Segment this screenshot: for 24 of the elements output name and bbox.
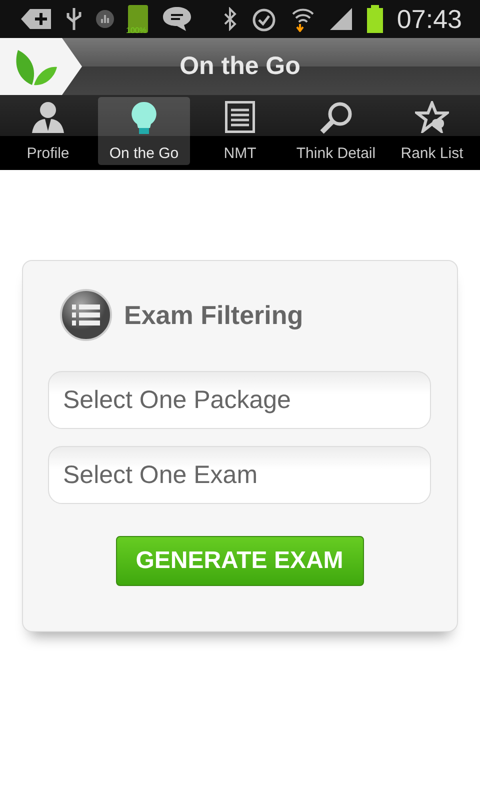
nav-tab[interactable]: Profile <box>2 97 94 165</box>
list-icon <box>60 289 112 341</box>
lightbulb-icon <box>131 101 157 135</box>
select-field[interactable]: Select One Exam <box>48 446 431 504</box>
select-field[interactable]: Select One Package <box>48 371 431 429</box>
nav-tab[interactable]: Rank List <box>386 97 478 165</box>
bluetooth-icon <box>222 7 237 31</box>
star-icon <box>415 101 449 133</box>
wifi-icon <box>290 6 315 32</box>
person-icon <box>31 101 65 133</box>
back-icon <box>20 8 52 30</box>
signal-icon <box>328 7 353 31</box>
battery-icon <box>366 5 383 33</box>
clock-time: 07:43 <box>396 4 462 34</box>
card-title: Exam Filtering <box>124 300 304 330</box>
nav-tab[interactable]: Think Detail <box>290 97 382 165</box>
usb-icon <box>66 6 82 32</box>
message-icon <box>162 6 192 32</box>
list-icon <box>225 101 255 133</box>
screen-title: On the Go <box>180 52 300 81</box>
chart-icon <box>96 10 114 28</box>
nav-tab[interactable]: NMT <box>194 97 286 165</box>
nav-tab[interactable]: On the Go <box>98 97 190 165</box>
search-icon <box>319 101 353 135</box>
